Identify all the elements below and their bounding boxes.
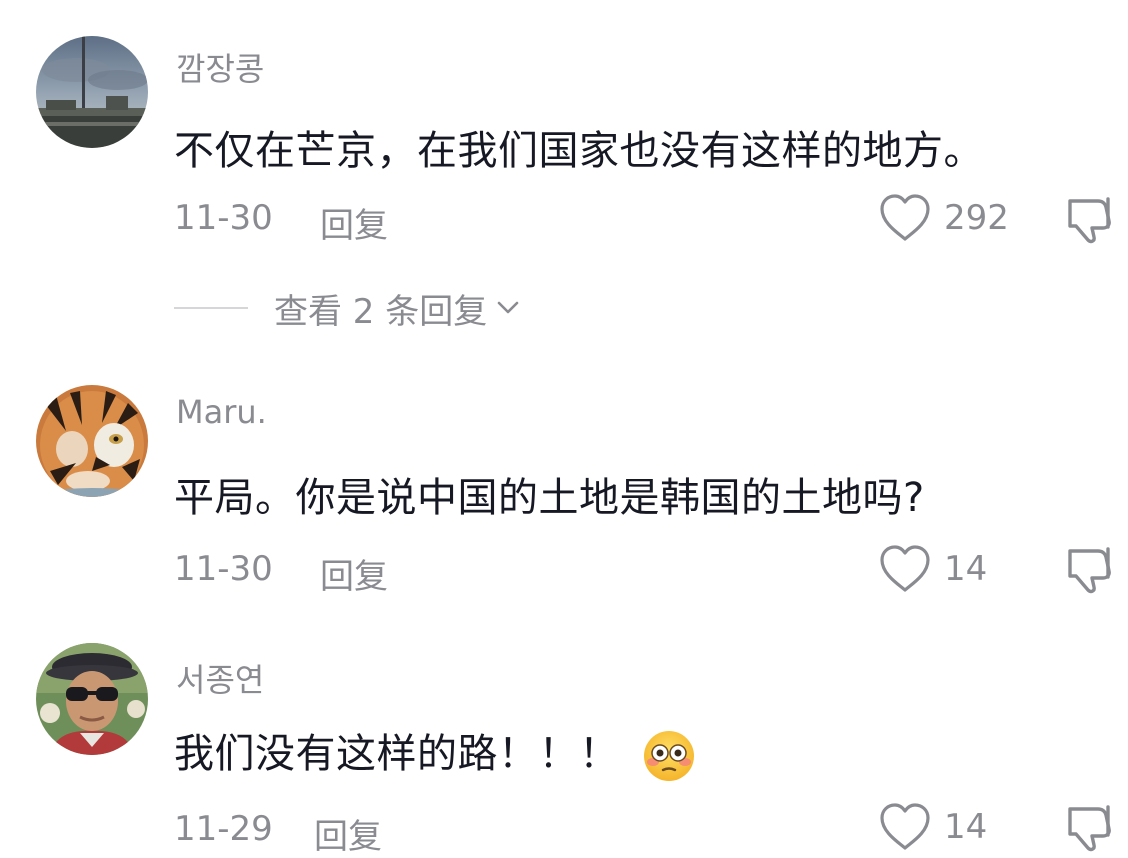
comment-text-body: 我们没有这样的路！！！ bbox=[174, 731, 620, 777]
comment-item: 서종연 我们没有这样的路！！！ 11-29 回复 14 bbox=[0, 615, 1128, 857]
like-count: 292 bbox=[944, 198, 1009, 238]
avatar-seaside-photo bbox=[36, 36, 148, 148]
view-replies-button[interactable]: 查看 2 条回复 bbox=[174, 282, 521, 334]
view-replies-label: 查看 2 条回复 bbox=[274, 291, 488, 332]
dislike-button[interactable] bbox=[1064, 193, 1120, 245]
like-count: 14 bbox=[944, 549, 988, 589]
avatar[interactable] bbox=[36, 643, 148, 755]
comment-text: 不仅在芒京，在我们国家也没有这样的地方。 bbox=[174, 128, 984, 174]
thumbs-down-icon bbox=[1068, 805, 1111, 852]
comment-date: 11-29 bbox=[174, 809, 273, 849]
comment-text: 我们没有这样的路！！！ bbox=[174, 721, 696, 783]
like-count: 14 bbox=[944, 807, 988, 847]
like-button[interactable]: 292 bbox=[878, 192, 1009, 244]
like-button[interactable]: 14 bbox=[878, 543, 987, 595]
dislike-button[interactable] bbox=[1064, 801, 1120, 853]
avatar-tiger-photo bbox=[36, 385, 148, 497]
thumbs-down-icon bbox=[1068, 547, 1111, 594]
comment-date: 11-30 bbox=[174, 549, 273, 589]
heart-outline-icon bbox=[880, 194, 930, 241]
heart-outline-icon bbox=[880, 803, 930, 850]
comment-item: Maru. 平局。你是说中国的土地是韩国的土地吗? 11-30 回复 14 bbox=[0, 345, 1128, 615]
comment-text: 平局。你是说中国的土地是韩国的土地吗? bbox=[174, 475, 925, 521]
avatar-man-sunglasses-photo bbox=[36, 643, 148, 755]
dislike-button[interactable] bbox=[1064, 543, 1120, 595]
thumbs-down-icon bbox=[1068, 197, 1111, 244]
comment-date: 11-30 bbox=[174, 198, 273, 238]
reply-button[interactable]: 回复 bbox=[320, 549, 388, 598]
comment-username[interactable]: Maru. bbox=[176, 393, 267, 431]
divider-line bbox=[174, 307, 248, 309]
flushed-face-emoji bbox=[643, 731, 694, 781]
avatar[interactable] bbox=[36, 385, 148, 497]
comment-item: 깜장콩 不仅在芒京，在我们国家也没有这样的地方。 11-30 回复 292 查看… bbox=[0, 0, 1128, 345]
avatar[interactable] bbox=[36, 36, 148, 148]
like-button[interactable]: 14 bbox=[878, 801, 987, 853]
comment-username[interactable]: 깜장콩 bbox=[176, 44, 264, 90]
chevron-down-icon bbox=[497, 301, 519, 314]
comment-username[interactable]: 서종연 bbox=[176, 655, 264, 701]
reply-button[interactable]: 回复 bbox=[320, 198, 388, 247]
heart-outline-icon bbox=[880, 545, 930, 592]
